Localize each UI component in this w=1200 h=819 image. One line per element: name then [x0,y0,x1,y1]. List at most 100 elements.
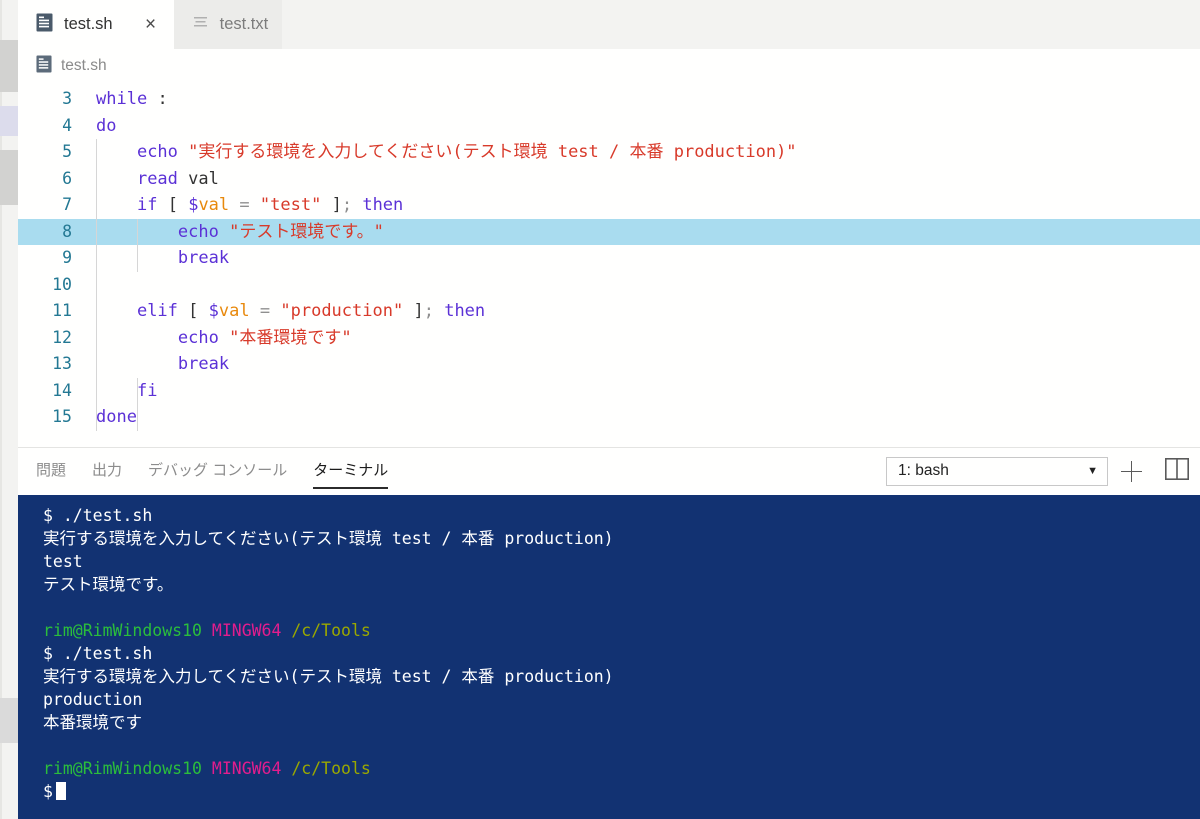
code-token: "test" [259,195,322,215]
code-line[interactable]: 5 echo "実行する環境を入力してください(テスト環境 test / 本番 … [18,139,1200,166]
terminal-text: test [43,551,83,571]
strip-block [0,150,18,205]
terminal-line: $ ./test.sh [43,504,1200,527]
code-line[interactable]: 15 done [18,404,1200,431]
code-line[interactable]: 8 echo "テスト環境です。" [18,218,1200,245]
code-line[interactable]: 9 break [18,245,1200,272]
strip-block [0,698,18,743]
code-line[interactable]: 7 if [ $val = "test" ]; then [18,192,1200,219]
code-line[interactable]: 13 break [18,351,1200,378]
code-line[interactable]: 12 echo "本番環境です" [18,325,1200,352]
breadcrumb[interactable]: test.sh [18,49,1200,83]
code-token: = [259,301,271,321]
code-token: ] [331,195,342,215]
code-token: done [96,407,137,427]
line-number: 6 [62,168,72,188]
code-token: val [177,168,219,189]
terminal-line: $ ./test.sh [43,642,1200,665]
code-token: "production" [280,301,404,321]
strip-block [0,40,18,92]
editor-tab-label: test.txt [219,15,269,33]
code-line[interactable]: 14 fi [18,378,1200,405]
code-token: $ [188,195,199,215]
indent-guide [136,377,138,431]
code-token: : [157,89,168,109]
code-token: [ [167,195,178,215]
code-line[interactable]: 10 [18,272,1200,299]
code-line-text: break [84,245,1200,272]
tab-bar-empty-space [282,0,1200,49]
panel-tab-debug-console[interactable]: デバッグ コンソール [148,459,287,484]
code-line[interactable]: 4 do [18,113,1200,140]
terminal-select-dropdown[interactable]: 1: bash ▼ [886,456,1108,486]
code-token: [ [188,301,199,321]
code-token: if [136,195,158,215]
terminal-line: テスト環境です。 [43,573,1200,596]
line-number: 11 [52,301,72,320]
new-terminal-button[interactable] [1108,448,1154,495]
terminal-select-value: 1: bash [898,462,949,480]
line-number: 3 [62,89,72,108]
line-number: 15 [52,407,72,426]
terminal-text: 実行する環境を入力してください(テスト環境 test / 本番 producti… [43,528,614,548]
vscode-window: test.sh × test.txt test.sh 3 while: 4 d… [0,0,1200,819]
line-number: 10 [52,274,72,294]
terminal-text: 実行する環境を入力してください(テスト環境 test / 本番 producti… [43,666,614,686]
code-line[interactable]: 11 elif [ $val = "production" ]; then [18,298,1200,325]
code-token: echo [136,142,178,162]
code-token: ; [423,301,434,321]
activity-bar-strip [0,0,18,819]
terminal-line: 実行する環境を入力してください(テスト環境 test / 本番 producti… [43,527,1200,550]
terminal-text: 本番環境です [43,712,142,732]
code-token: read [136,168,178,189]
terminal-text: $ ./test.sh [43,643,153,663]
code-token: echo [177,221,219,242]
code-line[interactable]: 3 while : [18,86,1200,113]
line-number: 12 [52,327,72,347]
terminal-text: /c/Tools [291,620,371,640]
plus-icon [1120,460,1142,482]
panel-tab-terminal[interactable]: ターミナル [313,459,389,489]
code-line[interactable]: 6 read val [18,166,1200,193]
terminal-text: $ ./test.sh [43,505,153,525]
code-token: while [96,89,148,109]
editor-tab-test-txt[interactable]: test.txt [173,0,283,49]
terminal-line: 実行する環境を入力してください(テスト環境 test / 本番 producti… [43,665,1200,688]
code-token: break [177,354,230,374]
terminal-output[interactable]: $ ./test.sh 実行する環境を入力してください(テスト環境 test / … [18,494,1200,819]
editor-tab-test-sh[interactable]: test.sh × [18,0,174,49]
close-icon[interactable]: × [142,15,160,34]
code-editor[interactable]: 3 while : 4 do 5 echo "実行する環境を入力してください(テスト環境… [18,83,1200,448]
code-lines-container: 3 while : 4 do 5 echo "実行する環境を入力してください(テスト環境… [18,83,1200,431]
code-token: "実行する環境を入力してください(テスト環境 test / 本番 product… [188,142,797,162]
editor-tab-bar: test.sh × test.txt [18,0,1200,49]
code-line-text: while : [84,86,1200,113]
panel-tab-output[interactable]: 出力 [92,459,122,484]
split-terminal-button[interactable] [1154,448,1200,495]
panel-tab-problems[interactable]: 問題 [36,459,66,484]
code-line-text: echo "本番環境です" [84,325,1200,352]
code-line-text: echo "実行する環境を入力してください(テスト環境 test / 本番 pr… [84,139,1200,166]
chevron-down-icon: ▼ [1087,465,1098,478]
code-token: do [96,115,117,136]
